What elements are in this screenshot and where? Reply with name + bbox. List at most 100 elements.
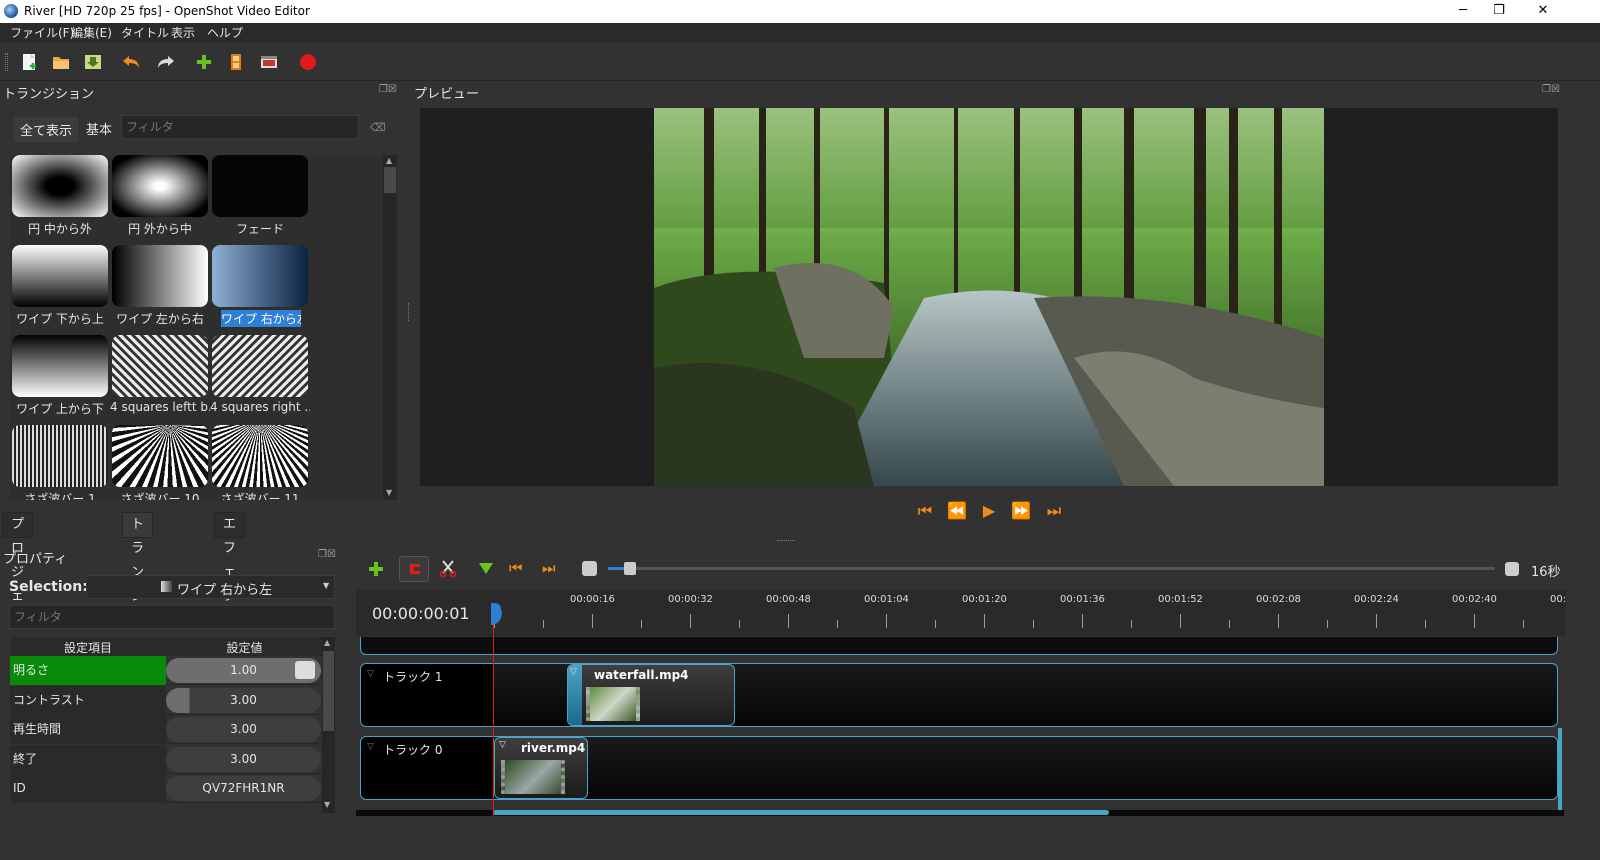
ruler-tick [1376,614,1377,628]
jump-to-end-icon[interactable]: ⏭ [1043,500,1065,522]
timeline-horizontal-scrollbar[interactable] [356,810,1564,816]
close-button[interactable]: ✕ [1520,0,1566,23]
property-row[interactable]: ID QV72FHR1NR [10,774,323,803]
property-value[interactable]: 1.00 [166,658,321,683]
property-value[interactable]: QV72FHR1NR [166,776,321,801]
scroll-down-icon[interactable]: ▼ [386,488,392,497]
properties-panel-float-close[interactable]: ❐☒ [318,549,336,560]
clip-menu-icon[interactable]: ▽ [570,667,577,677]
clip-waterfall[interactable]: ▽ waterfall.mp4 [567,664,735,726]
timeline-vertical-scrollbar[interactable] [1558,728,1562,814]
track-header[interactable]: ▽ トラック 1 [361,664,493,726]
property-row[interactable]: 明るさ 1.00 [10,656,323,685]
playhead-handle-icon[interactable] [488,603,502,625]
transition-thumb-wipe-top-to-bottom[interactable] [12,335,108,397]
clip-river[interactable]: ▽ river.mp4 [494,737,588,799]
import-files-icon[interactable] [193,51,215,73]
jump-to-start-icon[interactable]: ⏮ [914,500,936,522]
clip-menu-icon[interactable]: ▽ [499,740,506,750]
selection-dropdown[interactable]: ワイプ 右から左 ▼ [86,575,335,599]
menu-view[interactable]: 表示 [171,24,195,41]
undo-icon[interactable] [120,51,142,73]
horizontal-splitter-handle[interactable] [777,540,795,543]
menu-help[interactable]: ヘルプ [207,24,243,41]
properties-scrollbar[interactable]: ▲ ▼ [322,637,335,813]
transition-thumb-circle-in-to-out[interactable] [12,155,108,217]
transitions-filter-input[interactable] [121,115,359,139]
previous-marker-icon[interactable]: ⏮ [509,559,523,577]
clear-filter-icon[interactable]: ⌫ [370,121,386,134]
fast-forward-icon[interactable]: ⏩ [1010,500,1032,522]
scroll-up-icon[interactable]: ▲ [324,638,330,647]
transitions-panel-float-close[interactable]: ❐☒ [379,84,397,95]
razor-scissors-icon[interactable] [439,559,457,577]
keyframe-curve-icon[interactable] [295,661,315,679]
tab-transitions[interactable]: トランジション [122,512,154,676]
restore-button[interactable]: ❐ [1476,0,1522,23]
menu-title[interactable]: タイトル [121,24,169,41]
rewind-icon[interactable]: ⏪ [946,500,968,522]
transitions-scrollbar[interactable]: ▲ ▼ [383,155,397,500]
preview-panel-title: プレビュー [414,87,480,102]
property-value[interactable]: 3.00 [166,687,321,713]
fullscreen-icon[interactable] [258,51,280,73]
scroll-up-icon[interactable]: ▲ [386,156,392,165]
transition-thumb-ripple-10[interactable] [112,425,208,487]
timeline-ruler[interactable]: 00:00:00:01 00:00:16 00:00:32 00:00:48 00:0… [356,590,1566,636]
clip-thumbnail [501,760,565,794]
center-playhead-icon[interactable] [582,561,597,576]
transition-thumb-wipe-right-to-left[interactable] [212,245,308,307]
track-0[interactable]: ▽ トラック 0 ▽ river.mp4 [360,736,1558,800]
transition-thumb-ripple-11[interactable] [212,425,308,487]
common-filter-button[interactable]: 基本 [81,117,117,140]
property-value[interactable]: 3.00 [166,717,321,742]
horizontal-scroll-thumb[interactable] [493,810,1109,815]
properties-filter-input[interactable] [9,605,335,629]
track-1[interactable]: ▽ トラック 1 ▽ waterfall.mp4 [360,663,1558,727]
selection-value: ワイプ 右から左 [177,583,273,598]
transition-thumb-fade[interactable] [212,155,308,217]
zoom-fit-icon[interactable] [1505,562,1519,576]
add-track-icon[interactable] [366,559,386,579]
next-marker-icon[interactable]: ⏭ [542,559,556,577]
tab-project-files[interactable]: プロジェクトファイル [2,512,34,748]
transition-thumb-circle-out-to-in[interactable] [112,155,208,217]
vertical-splitter-handle[interactable] [408,303,411,321]
transition-thumb-wipe-bottom-to-top[interactable] [12,245,108,307]
property-row[interactable]: コントラスト 3.00 [10,685,323,715]
tab-effects[interactable]: エフェクト [214,512,246,628]
zoom-slider-track[interactable] [608,562,1495,575]
show-all-button[interactable]: 全て表示 [14,117,79,142]
zoom-slider-handle[interactable] [623,562,636,575]
save-project-icon[interactable] [82,51,104,73]
redo-icon[interactable] [155,51,177,73]
video-preview-area[interactable] [420,108,1558,486]
transition-thumb-4-squares-right[interactable] [212,335,308,397]
play-icon[interactable]: ▶ [978,500,1000,522]
snapping-toggle-button[interactable] [399,556,429,582]
transition-thumb-4-squares-left[interactable] [112,335,208,397]
track-menu-icon[interactable]: ▽ [367,669,374,679]
transition-thumb-ripple-1[interactable] [12,425,108,487]
new-project-icon[interactable] [18,51,40,73]
property-value[interactable]: 3.00 [166,746,321,772]
menu-edit[interactable]: 編集(E) [71,24,112,41]
add-marker-icon[interactable] [477,559,495,577]
ruler-ticks: 00:00:16 00:00:32 00:00:48 00:01:04 00:01:20… [492,590,1566,636]
transition-label: フェード [235,222,284,236]
scroll-thumb[interactable] [323,651,334,731]
property-row[interactable]: 終了 3.00 [10,744,323,774]
scroll-down-icon[interactable]: ▼ [324,800,330,809]
property-row[interactable]: 再生時間 3.00 [10,715,323,744]
property-value-text: 3.00 [230,692,257,707]
transition-thumb-wipe-left-to-right[interactable] [112,245,208,307]
menu-file[interactable]: ファイル(F) [10,24,74,41]
track-menu-icon[interactable]: ▽ [367,742,374,752]
ruler-tick [1474,614,1475,628]
track-header[interactable]: ▽ トラック 0 [361,737,493,799]
export-video-icon[interactable] [297,51,319,73]
choose-profile-icon[interactable] [225,51,247,73]
open-project-icon[interactable] [50,51,72,73]
preview-panel-float-close[interactable]: ❐☒ [1542,84,1560,95]
scroll-thumb[interactable] [384,167,396,193]
